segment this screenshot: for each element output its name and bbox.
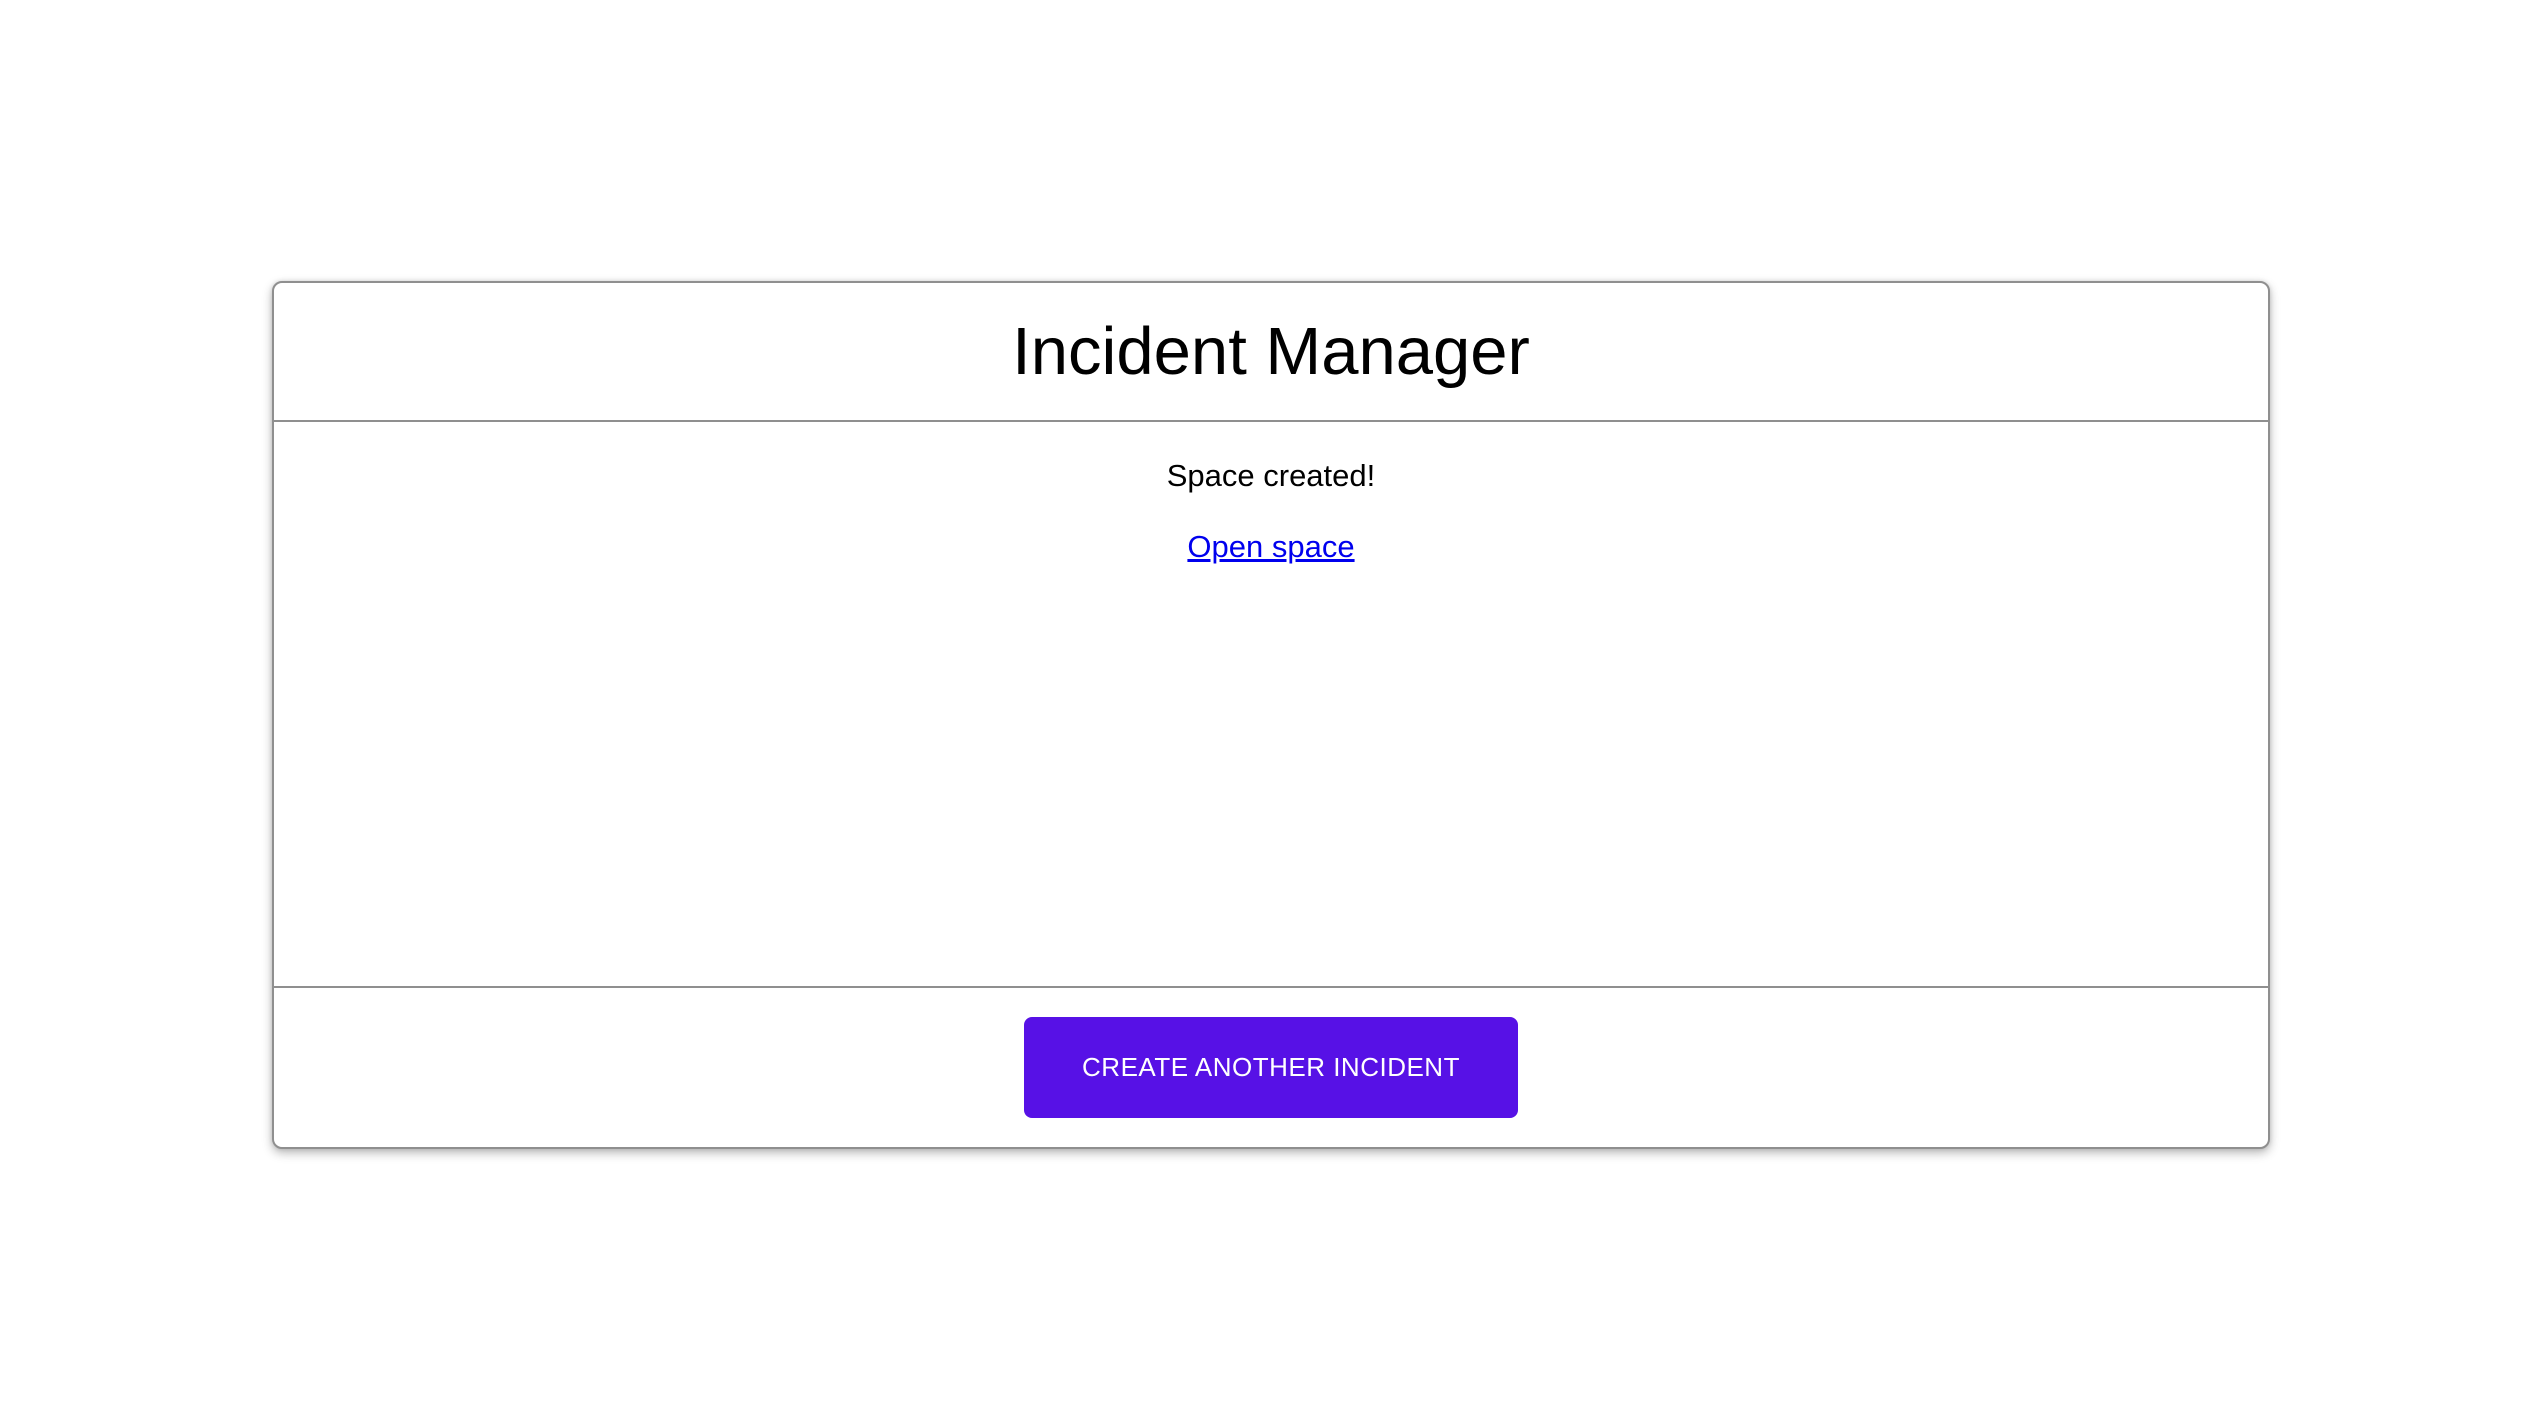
card-content: Space created! Open space	[274, 422, 2268, 986]
open-space-link[interactable]: Open space	[1187, 531, 1354, 562]
card-actions: CREATE ANOTHER INCIDENT	[274, 988, 2268, 1147]
create-another-incident-button[interactable]: CREATE ANOTHER INCIDENT	[1024, 1017, 1518, 1118]
status-message: Space created!	[1166, 458, 1376, 493]
page-title: Incident Manager	[1012, 314, 1530, 389]
card-header: Incident Manager	[274, 283, 2268, 420]
incident-manager-card: Incident Manager Space created! Open spa…	[272, 281, 2270, 1149]
